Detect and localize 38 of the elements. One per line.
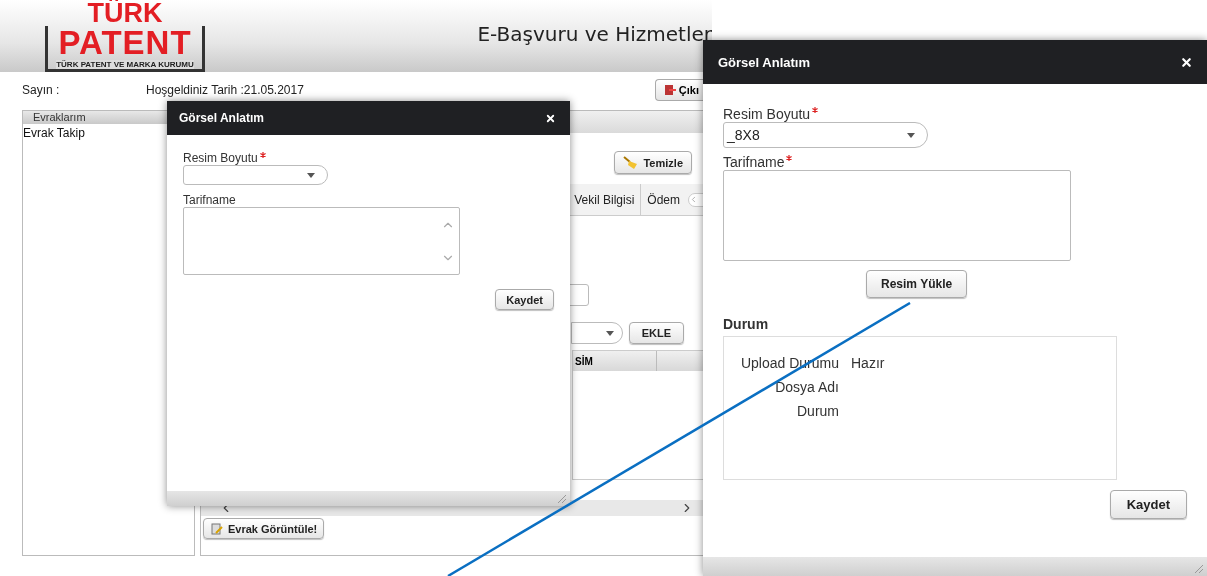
dialog-title: Görsel Anlatım	[718, 54, 810, 70]
column-header: SİM	[573, 351, 657, 371]
scroll-left-icon[interactable]	[689, 195, 698, 204]
required-icon	[786, 155, 793, 161]
caret-icon	[307, 172, 315, 178]
field-label: Tarifname	[723, 154, 793, 170]
document-icon	[210, 521, 224, 536]
resize-grip-icon[interactable]	[557, 494, 567, 504]
upload-image-button[interactable]: Resim Yükle	[866, 270, 968, 298]
resize-grip-icon[interactable]	[1194, 564, 1204, 574]
field-label: Tarifname	[183, 193, 236, 207]
save-button[interactable]: Kaydet	[495, 289, 554, 310]
status-label: Durum	[796, 403, 839, 419]
caret-icon	[605, 330, 614, 336]
status-heading: Durum	[723, 316, 769, 332]
dropdown[interactable]	[570, 322, 623, 344]
close-icon[interactable]	[545, 112, 556, 124]
status-label: Dosya Adı	[774, 379, 839, 395]
required-icon	[259, 152, 266, 158]
add-button[interactable]: EKLE	[628, 322, 684, 344]
close-icon[interactable]	[1180, 55, 1193, 69]
view-document-button[interactable]: Evrak Görüntüle!	[203, 518, 325, 539]
caret-icon	[907, 132, 915, 138]
tab[interactable]: Ödem	[640, 184, 686, 215]
field-label: Resim Boyutu	[723, 106, 819, 122]
status-value: Hazır	[851, 355, 886, 371]
exit-icon	[663, 84, 676, 96]
save-button[interactable]: Kaydet	[1109, 490, 1187, 519]
field-label: Resim Boyutu	[183, 151, 266, 165]
page-title: E-Başvuru ve Hizmetler	[477, 22, 712, 46]
required-icon	[812, 107, 819, 113]
greeting-text: Sayın :	[22, 83, 61, 97]
description-textarea[interactable]	[183, 207, 460, 275]
date-text: Hoşgeldiniz Tarih :21.05.2017	[146, 83, 304, 97]
exit-button[interactable]: Çıkı	[654, 79, 703, 101]
broom-icon	[623, 155, 640, 170]
clear-button[interactable]: Temizle	[614, 151, 692, 174]
description-textarea[interactable]	[723, 170, 1071, 261]
